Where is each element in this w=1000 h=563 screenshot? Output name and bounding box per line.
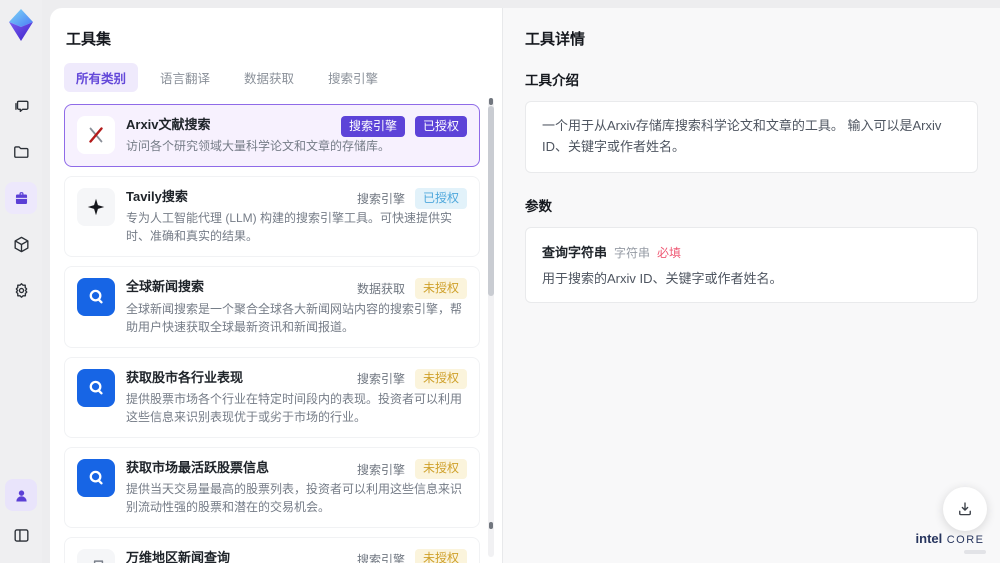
tool-card-stock-sectors[interactable]: 获取股市各行业表现 提供股票市场各个行业在特定时间段内的表现。投资者可以利用这些… (64, 356, 480, 438)
toolbox-icon[interactable] (5, 182, 37, 214)
main-area: 工具集 所有类别 语言翻译 数据获取 搜索引擎 Arxiv文献搜索 访问各个研究… (42, 0, 1000, 563)
param-description: 用于搜索的Arxiv ID、关键字或作者姓名。 (542, 270, 783, 286)
category-tabs: 所有类别 语言翻译 数据获取 搜索引擎 (64, 63, 486, 92)
status-badge: 已授权 (414, 188, 467, 209)
tavily-sparkle-icon (77, 188, 115, 227)
stock-sector-icon (77, 368, 115, 407)
tool-description: 提供当天交易量最高的股票列表，投资者可以利用这些信息来识别流动性强的股票和潜在的… (126, 481, 463, 514)
param-name: 查询字符串 (542, 244, 608, 260)
user-avatar-icon[interactable] (5, 479, 37, 511)
param-type: 字符串 (614, 245, 651, 260)
app-logo-icon (9, 9, 33, 41)
tool-meta: 数据获取 未授权 (357, 278, 467, 299)
scrollbar-down-arrow[interactable] (489, 522, 493, 529)
tool-meta: 搜索引擎 未授权 (356, 458, 467, 480)
param-card: 查询字符串 字符串 必填 用于搜索的Arxiv ID、关键字或作者姓名。 (525, 226, 978, 304)
category-label: 搜索引擎 (356, 462, 405, 477)
status-badge: 未授权 (414, 368, 467, 390)
category-label: 数据获取 (356, 282, 405, 297)
tab-data-fetch[interactable]: 数据获取 (232, 63, 306, 92)
intro-text: 一个用于从Arxiv存储库搜索科学论文和文章的工具。 输入可以是Arxiv ID… (542, 118, 942, 154)
content-panel: 工具集 所有类别 语言翻译 数据获取 搜索引擎 Arxiv文献搜索 访问各个研究… (50, 8, 1000, 563)
tool-description: 访问各个研究领域大量科学论文和文章的存储库。 (126, 139, 391, 154)
tool-description: 全球新闻搜索是一个聚合全球各大新闻网站内容的搜索引擎，帮助用户快速获取全球最新资… (126, 301, 463, 334)
status-badge: 未授权 (414, 458, 467, 480)
category-label: 搜索引擎 (356, 191, 405, 206)
intel-core-badge: intel CORE (912, 530, 988, 554)
list-scrollbar[interactable] (488, 98, 494, 557)
left-rail (0, 0, 42, 563)
intro-heading: 工具介绍 (525, 73, 579, 88)
tool-card-regional-news[interactable]: 万维地区新闻查询 查询具体行政区划内的新闻，快速了解各地新闻动 搜索引擎 未授权 (64, 536, 480, 563)
scrollbar-up-arrow[interactable] (489, 98, 493, 105)
tool-meta: 搜索引擎 已授权 (340, 116, 467, 137)
core-brand-text: CORE (946, 534, 985, 546)
tool-description: 专为人工智能代理 (LLM) 构建的搜索引擎工具。可快速提供实时、准确和真实的结… (126, 211, 453, 244)
intro-card: 一个用于从Arxiv存储库搜索科学论文和文章的工具。 输入可以是Arxiv ID… (525, 101, 978, 173)
regional-news-icon (77, 548, 115, 563)
tool-card-tavily[interactable]: Tavily搜索 专为人工智能代理 (LLM) 构建的搜索引擎工具。可快速提供实… (64, 176, 480, 258)
tool-meta: 搜索引擎 已授权 (357, 188, 467, 209)
tool-meta: 搜索引擎 未授权 (356, 548, 467, 563)
tool-card-global-news[interactable]: 全球新闻搜索 全球新闻搜索是一个聚合全球各大新闻网站内容的搜索引擎，帮助用户快速… (64, 266, 480, 348)
intel-badge-subline (964, 550, 986, 554)
arxiv-logo-icon (77, 116, 115, 154)
tab-all-categories[interactable]: 所有类别 (64, 63, 139, 92)
app-window: 工具集 所有类别 语言翻译 数据获取 搜索引擎 Arxiv文献搜索 访问各个研究… (0, 0, 1000, 563)
status-badge: 未授权 (414, 278, 467, 299)
detail-title: 工具详情 (525, 31, 586, 48)
tool-card-arxiv[interactable]: Arxiv文献搜索 访问各个研究领域大量科学论文和文章的存储库。 搜索引擎 已授… (64, 104, 480, 168)
tool-card-list: Arxiv文献搜索 访问各个研究领域大量科学论文和文章的存储库。 搜索引擎 已授… (50, 104, 502, 563)
active-stocks-icon (77, 458, 115, 497)
chat-icon[interactable] (5, 90, 37, 122)
tool-detail-pane: 工具详情 工具介绍 一个用于从Arxiv存储库搜索科学论文和文章的工具。 输入可… (502, 8, 1000, 563)
category-label: 搜索引擎 (356, 372, 405, 387)
category-badge: 搜索引擎 (340, 116, 405, 137)
page-title: 工具集 (66, 31, 112, 48)
tab-search-engine[interactable]: 搜索引擎 (316, 63, 390, 92)
download-icon (959, 502, 971, 516)
intel-brand-text: intel (915, 531, 943, 546)
tool-card-active-stocks[interactable]: 获取市场最活跃股票信息 提供当天交易量最高的股票列表，投资者可以利用这些信息来识… (64, 446, 480, 528)
tool-description: 提供股票市场各个行业在特定时间段内的表现。投资者可以利用这些信息来识别表现优于或… (126, 391, 463, 424)
folder-icon[interactable] (5, 136, 37, 168)
category-label: 搜索引擎 (356, 552, 405, 563)
params-heading: 参数 (525, 198, 552, 214)
status-badge: 已授权 (414, 116, 467, 137)
panel-toggle-icon[interactable] (5, 519, 37, 551)
settings-gear-icon[interactable] (5, 274, 37, 306)
download-button[interactable] (943, 487, 987, 531)
tool-meta: 搜索引擎 未授权 (356, 368, 467, 390)
scrollbar-thumb[interactable] (488, 106, 494, 296)
cube-icon[interactable] (5, 228, 37, 260)
tab-language-translation[interactable]: 语言翻译 (148, 63, 222, 92)
global-news-search-icon (77, 278, 115, 317)
tool-list-pane: 工具集 所有类别 语言翻译 数据获取 搜索引擎 Arxiv文献搜索 访问各个研究… (50, 8, 502, 563)
param-head: 查询字符串 字符串 必填 (542, 242, 961, 261)
param-required-flag: 必填 (657, 245, 682, 260)
status-badge: 未授权 (414, 548, 467, 563)
